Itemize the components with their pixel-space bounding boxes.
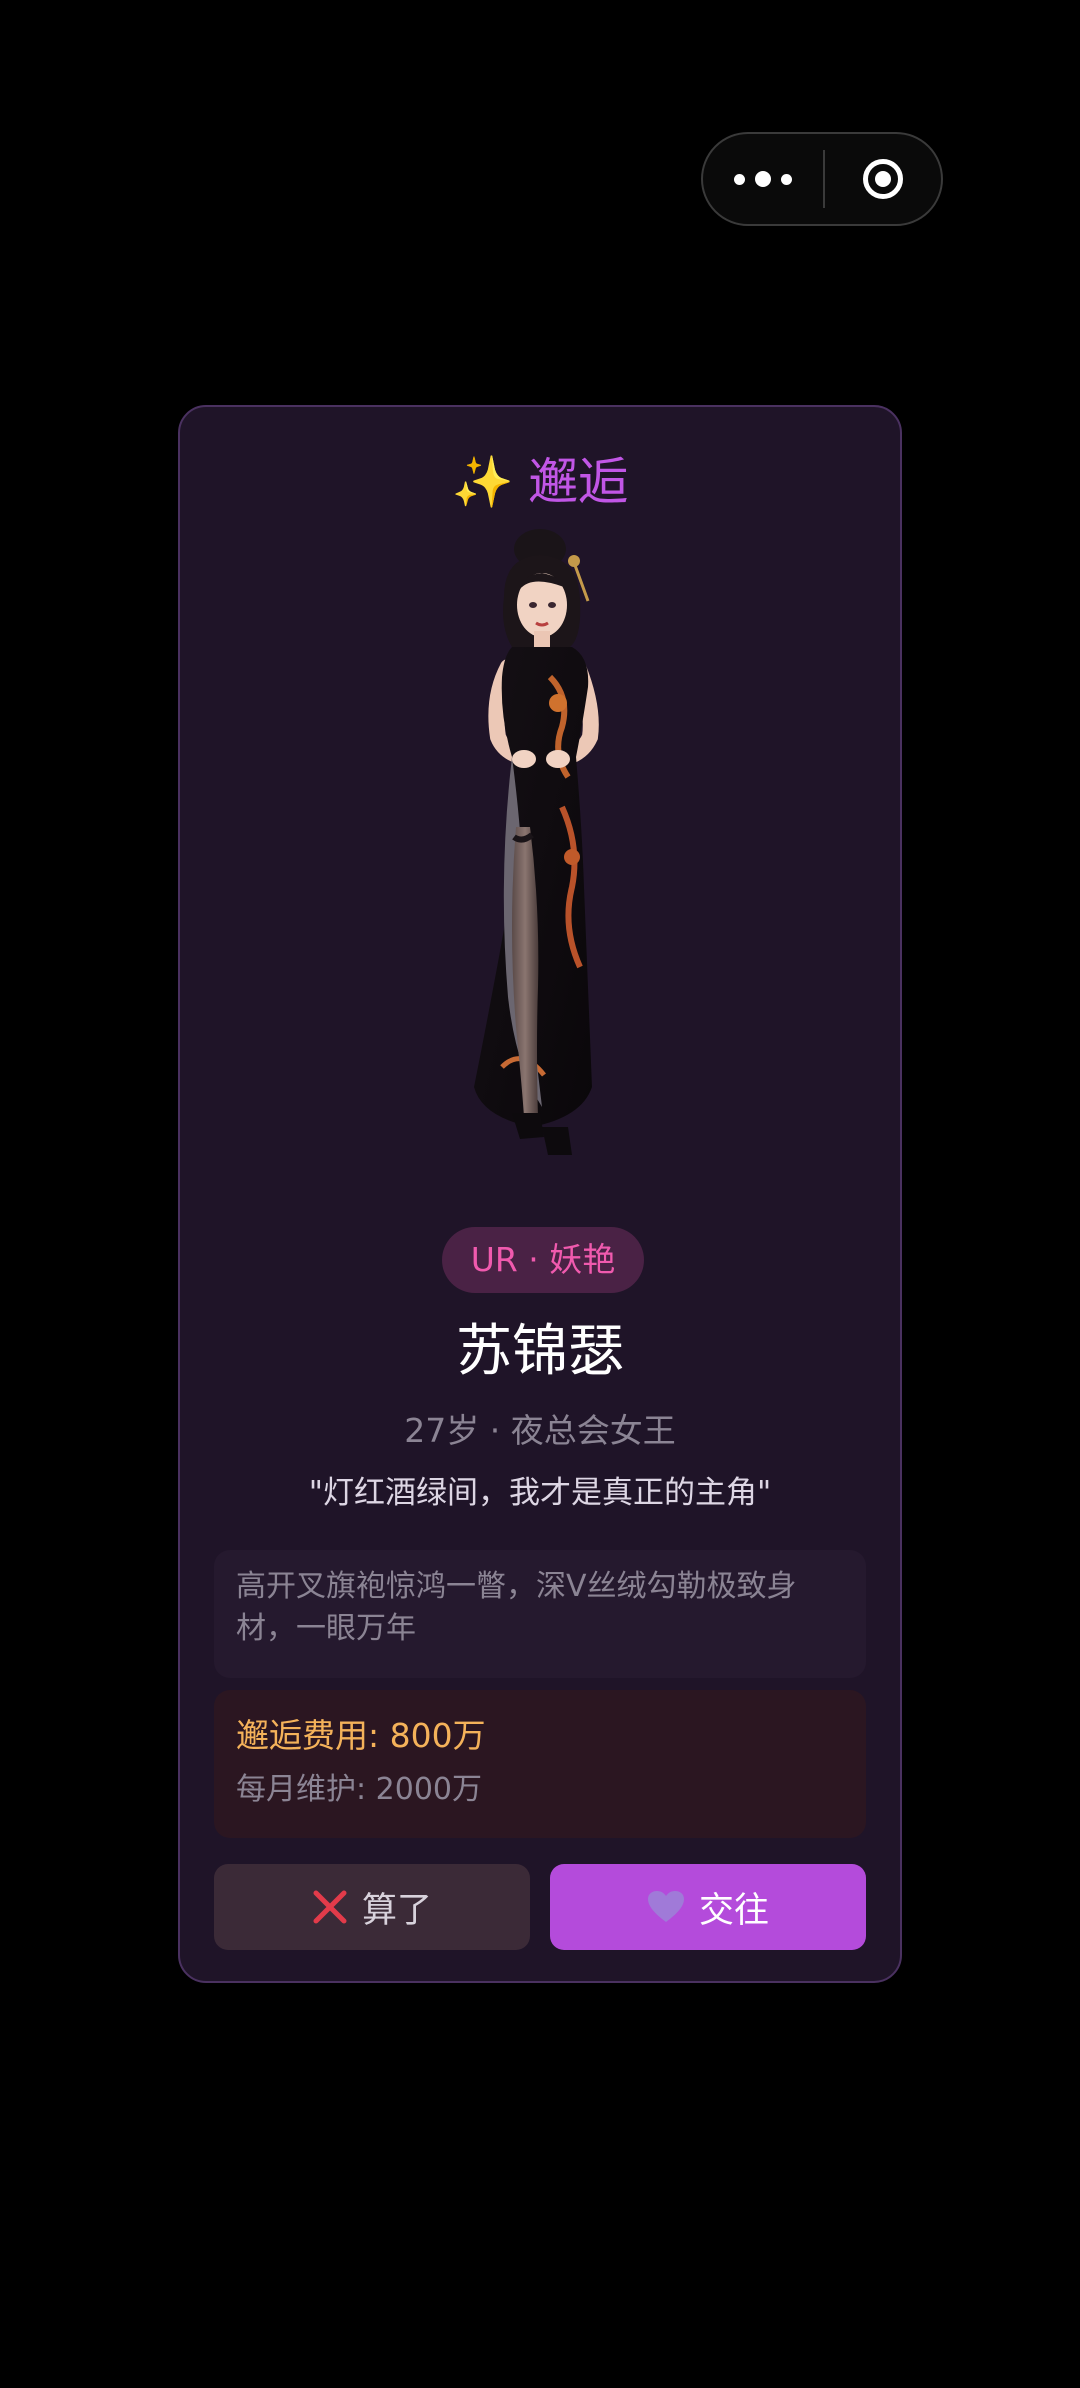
accept-button-label: 交往 bbox=[698, 1890, 769, 1931]
decline-button[interactable]: 算了 bbox=[214, 1864, 530, 1950]
character-portrait bbox=[474, 529, 599, 1155]
character-name: 苏锦瑟 bbox=[456, 1319, 624, 1384]
character-quote: "灯红酒绿间，我才是真正的主角" bbox=[308, 1475, 772, 1511]
more-dots-icon bbox=[734, 171, 792, 187]
screen: ✨ 邂逅 UR · 妖艳 苏锦瑟 27岁 · 夜总会女王 "灯红酒绿间，我才是真… bbox=[0, 0, 1080, 2388]
more-button[interactable] bbox=[703, 134, 823, 224]
mini-program-capsule bbox=[701, 132, 943, 226]
cost-panel: 邂逅费用: 800万 每月维护: 2000万 bbox=[214, 1690, 866, 1838]
encounter-fee: 邂逅费用: 800万 bbox=[236, 1716, 486, 1755]
decline-button-label: 算了 bbox=[361, 1890, 432, 1931]
card-title: ✨ 邂逅 bbox=[180, 447, 900, 517]
sparkles-icon: ✨ bbox=[451, 453, 515, 511]
monthly-upkeep: 每月维护: 2000万 bbox=[236, 1772, 482, 1807]
accept-button[interactable]: 交往 bbox=[550, 1864, 866, 1950]
character-description: 高开叉旗袍惊鸿一瞥，深V丝绒勾勒极致身材，一眼万年 bbox=[214, 1550, 866, 1678]
rarity-badge: UR · 妖艳 bbox=[442, 1227, 644, 1293]
target-close-icon bbox=[863, 159, 903, 199]
close-button[interactable] bbox=[825, 134, 941, 224]
cross-mark-icon bbox=[312, 1889, 348, 1925]
character-meta: 27岁 · 夜总会女王 bbox=[404, 1411, 676, 1450]
card-title-text: 邂逅 bbox=[528, 453, 629, 511]
encounter-card: ✨ 邂逅 UR · 妖艳 苏锦瑟 27岁 · 夜总会女王 "灯红酒绿间，我才是真… bbox=[178, 405, 902, 1983]
purple-heart-icon bbox=[647, 1890, 685, 1924]
